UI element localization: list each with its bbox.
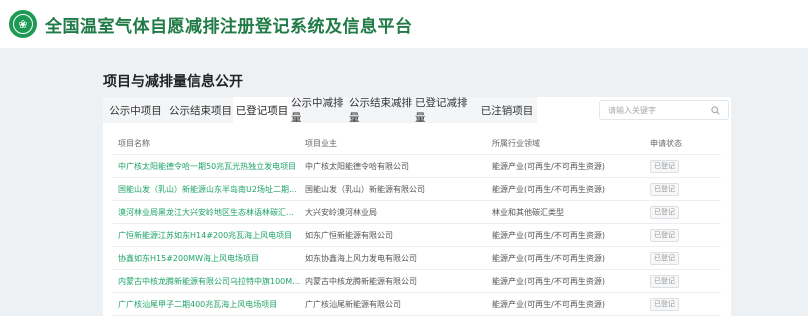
tab-publicizing-projects[interactable]: 公示中项目 [103,97,168,123]
top-header: ❀ 全国温室气体自愿减排注册登记系统及信息平台 [0,0,808,48]
project-owner: 广广核汕尾新能源有限公司 [305,299,401,309]
project-name-link[interactable]: 协鑫如东H15#200MW海上风电场项目 [113,253,301,264]
search-input[interactable] [599,100,703,120]
project-owner: 国能山发（乳山）新能源有限公司 [305,184,425,194]
table-row: 广恒新能源江苏如东H14#200兆瓦海上风电项目 如东广恒新能源有限公司 能源产… [113,224,721,247]
industry-field: 能源产业(可再生/不可再生资源) [492,161,605,171]
header-project-name: 项目名称 [118,139,150,148]
status-badge: 已登记 [650,274,679,288]
tab-publicizing-reductions[interactable]: 公示中减排量 [291,97,349,124]
search-icon [711,105,720,115]
table-row: 漠河林业局黑龙江大兴安岭地区生态林语林碳汇项目 大兴安岭漠河林业局 林业和其他碳… [113,201,721,224]
section-title: 项目与减排量信息公开 [103,74,243,90]
table-row: 协鑫如东H15#200MW海上风电场项目 如东协鑫海上风力发电有限公司 能源产业… [113,247,721,270]
table-row: 广广核汕尾甲子二期400兆瓦海上风电场项目 广广核汕尾新能源有限公司 能源产业(… [113,293,721,316]
tab-bar: 公示中项目 公示结束项目 已登记项目 公示中减排量 公示结束减排量 已登记减排量… [103,97,537,124]
site-title[interactable]: 全国温室气体自愿减排注册登记系统及信息平台 [45,12,413,37]
project-name-link[interactable]: 中广核太阳能德令哈一期50兆瓦光热独立发电项目 [113,161,301,172]
project-name-link[interactable]: 国能山发（乳山）新能源山东半岛南U2场址二期297... [113,184,301,195]
table-row: 内蒙古中核龙腾新能源有限公司乌拉特中旗100MW... 内蒙古中核龙腾新能源有限… [113,270,721,293]
tab-publicity-ended-reductions[interactable]: 公示结束减排量 [349,97,415,124]
emblem-inner: ❀ [13,14,33,34]
search-box [599,100,729,120]
tab-publicity-ended-projects[interactable]: 公示结束项目 [168,97,233,123]
table-row: 中广核太阳能德令哈一期50兆瓦光热独立发电项目 中广核太阳能德令哈有限公司 能源… [113,155,721,178]
project-name-link[interactable]: 广广核汕尾甲子二期400兆瓦海上风电场项目 [113,299,301,310]
info-panel: 公示中项目 公示结束项目 已登记项目 公示中减排量 公示结束减排量 已登记减排量… [103,97,731,316]
emblem-icon[interactable]: ❀ [9,10,37,38]
project-name-link[interactable]: 内蒙古中核龙腾新能源有限公司乌拉特中旗100MW... [113,276,301,287]
table-header-row: 项目名称 项目业主 所属行业领域 申请状态 [113,133,721,155]
status-badge: 已登记 [650,251,679,265]
industry-field: 能源产业(可再生/不可再生资源) [492,184,605,194]
tab-cancelled-projects[interactable]: 已注销项目 [477,97,537,123]
tab-registered-reductions[interactable]: 已登记减排量 [415,97,477,124]
tab-registered-projects[interactable]: 已登记项目 [233,97,291,123]
projects-table: 项目名称 项目业主 所属行业领域 申请状态 中广核太阳能德令哈一期50兆瓦光热独… [113,133,721,316]
project-owner: 如东协鑫海上风力发电有限公司 [305,253,417,263]
industry-field: 能源产业(可再生/不可再生资源) [492,276,605,286]
project-owner: 如东广恒新能源有限公司 [305,230,393,240]
header-project-owner: 项目业主 [305,139,337,148]
project-owner: 内蒙古中核龙腾新能源有限公司 [305,276,417,286]
status-badge: 已登记 [650,205,679,219]
table-row: 国能山发（乳山）新能源山东半岛南U2场址二期297... 国能山发（乳山）新能源… [113,178,721,201]
header-status: 申请状态 [650,139,682,148]
industry-field: 能源产业(可再生/不可再生资源) [492,299,605,309]
project-name-link[interactable]: 广恒新能源江苏如东H14#200兆瓦海上风电项目 [113,230,301,241]
status-badge: 已登记 [650,228,679,242]
industry-field: 林业和其他碳汇类型 [492,207,564,217]
status-badge: 已登记 [650,182,679,196]
industry-field: 能源产业(可再生/不可再生资源) [492,230,605,240]
status-badge: 已登记 [650,159,679,173]
project-owner: 中广核太阳能德令哈有限公司 [305,161,409,171]
header-industry-field: 所属行业领域 [492,139,540,148]
industry-field: 能源产业(可再生/不可再生资源) [492,253,605,263]
project-owner: 大兴安岭漠河林业局 [305,207,377,217]
search-button[interactable] [703,100,729,120]
project-name-link[interactable]: 漠河林业局黑龙江大兴安岭地区生态林语林碳汇项目 [113,207,301,218]
status-badge: 已登记 [650,297,679,311]
